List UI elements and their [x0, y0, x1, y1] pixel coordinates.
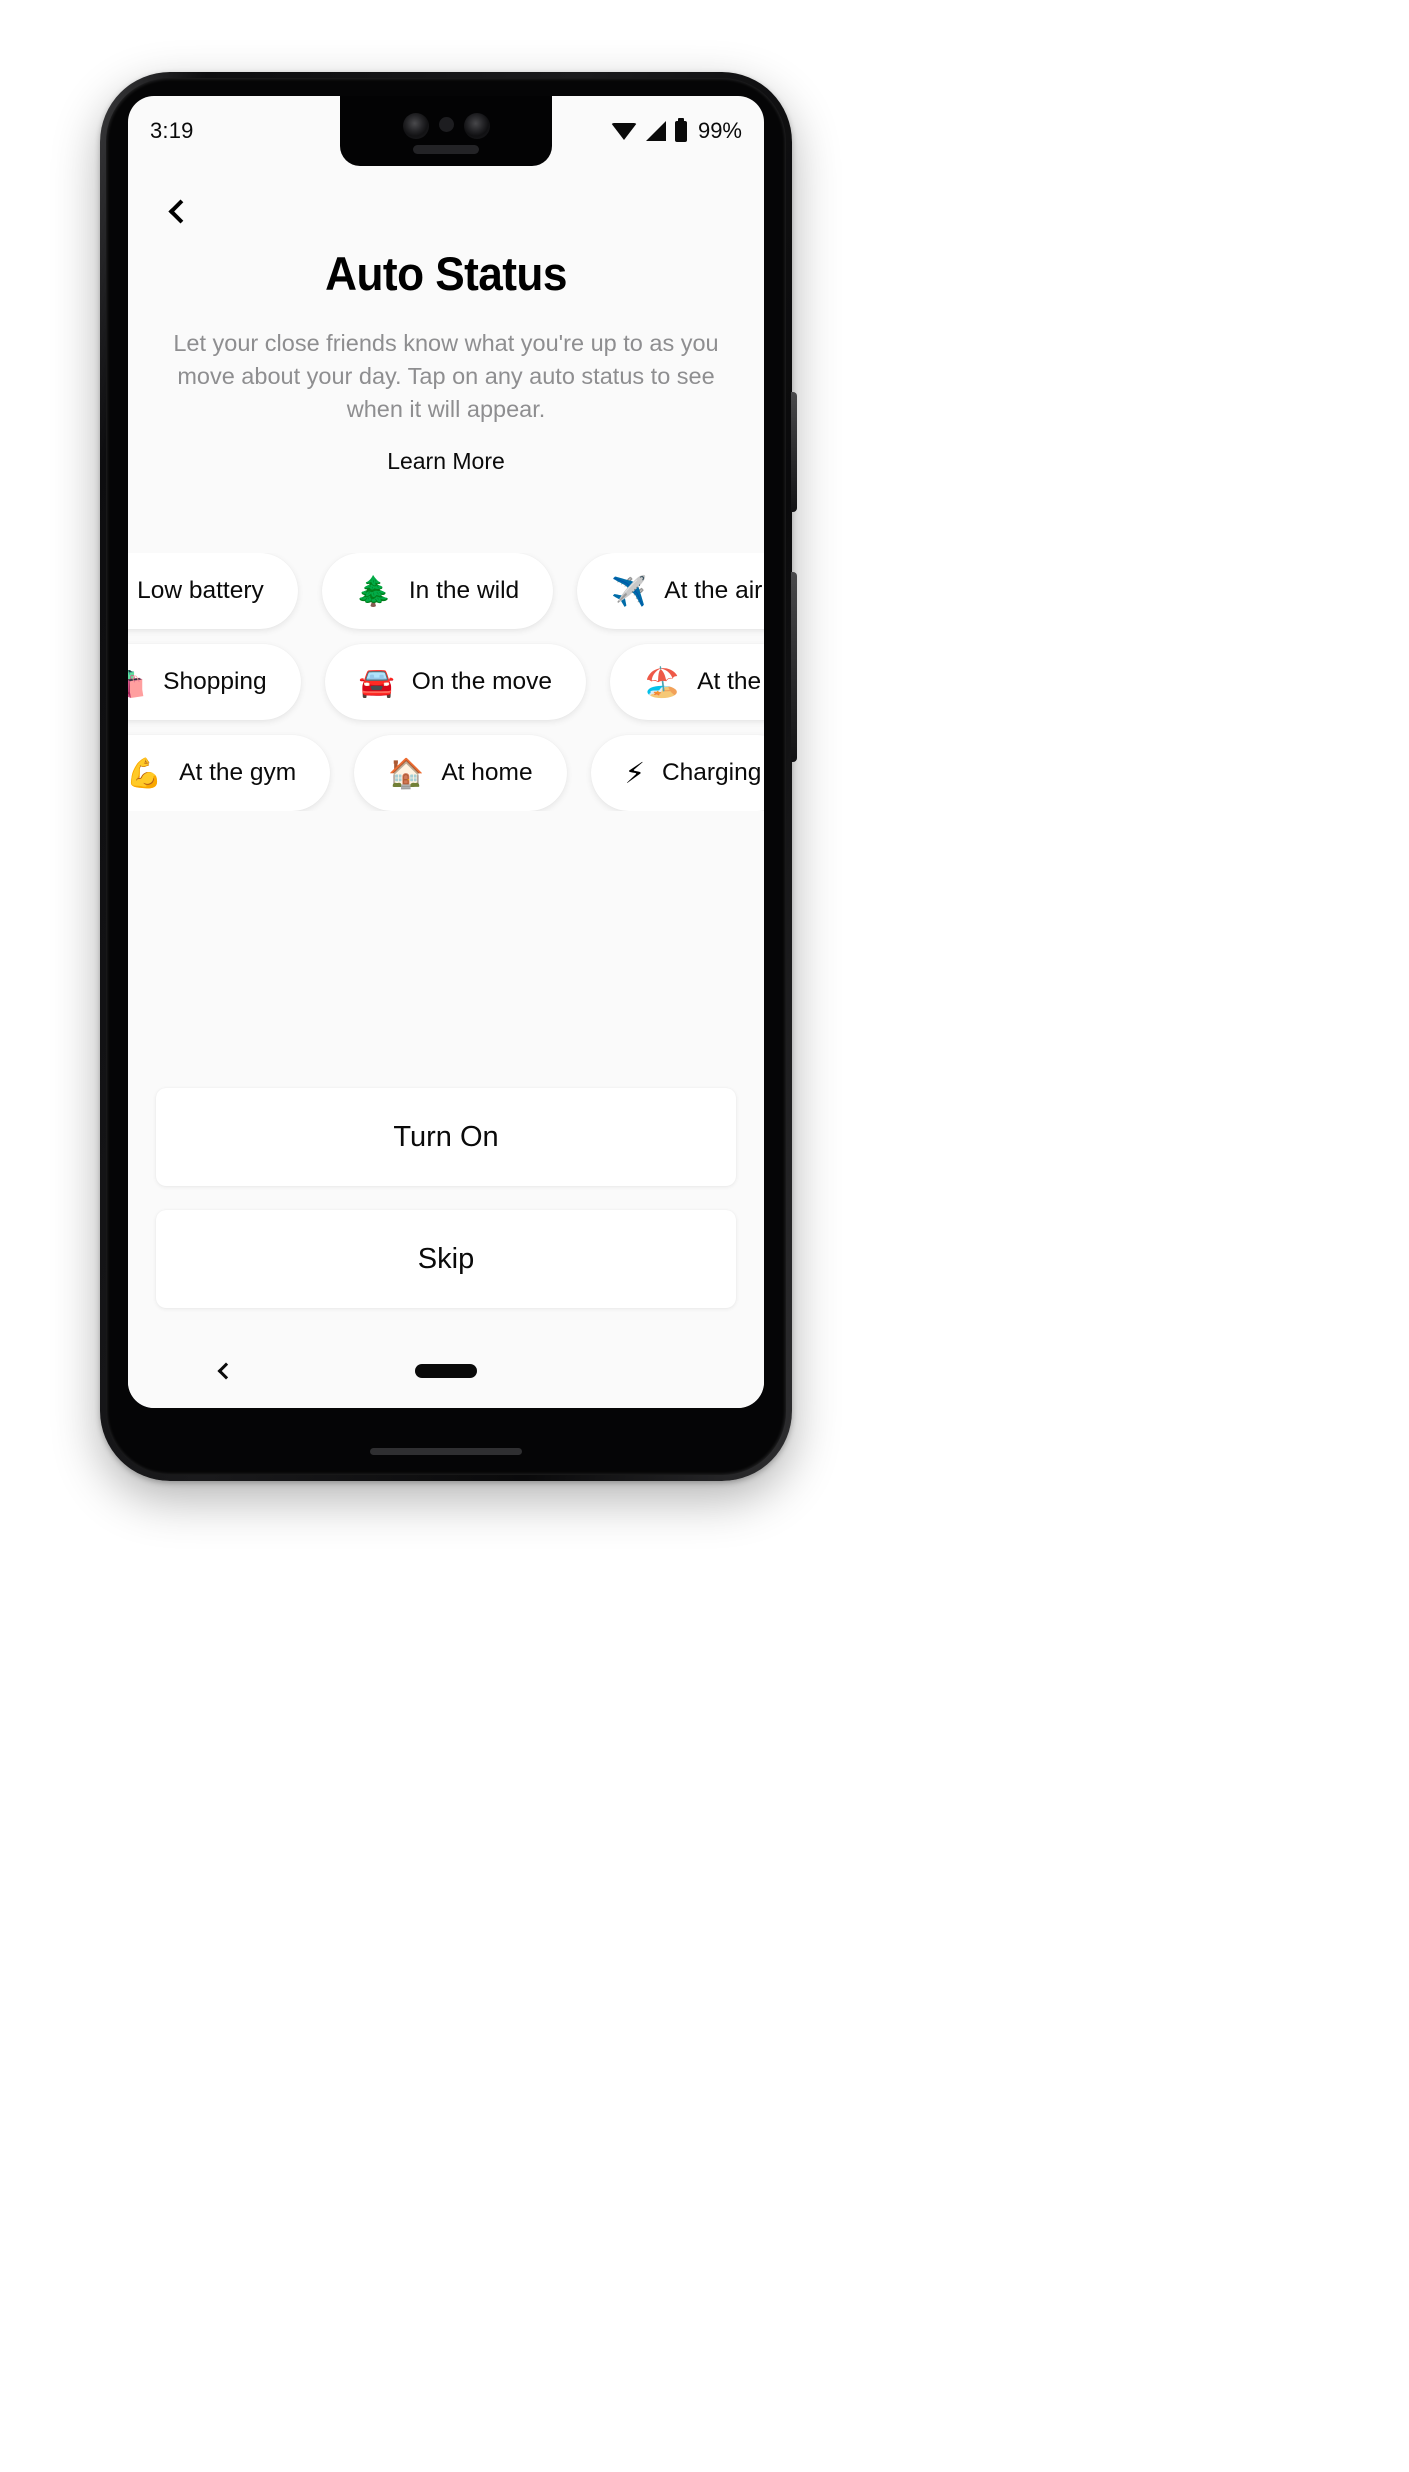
chip-low-battery[interactable]: 🔋 Low battery — [128, 553, 298, 629]
chip-at-the-beach[interactable]: 🏖️ At the beach — [610, 644, 764, 720]
chip-label: Charging — [661, 759, 762, 786]
chip-row-3: 💪 At the gym 🏠 At home ⚡ Charging — [128, 735, 764, 811]
chip-label: At the airport — [664, 577, 764, 604]
action-buttons-group: Turn On Skip — [128, 1088, 764, 1308]
lightning-bolt-emoji: ⚡ — [624, 755, 645, 790]
front-camera-icon — [402, 113, 429, 139]
house-emoji: 🏠 — [388, 755, 425, 790]
proximity-sensor-icon — [438, 116, 454, 132]
chip-row-1: 🔋 Low battery 🌲 In the wild ✈️ At the ai… — [128, 553, 764, 629]
battery-percent-label: 99% — [697, 118, 742, 143]
phone-device-frame: 3:19 99% Auto Status Let your close frie… — [100, 72, 797, 1481]
page-content: Auto Status Let your close friends know … — [128, 166, 764, 1408]
bottom-speaker-grille — [370, 1448, 522, 1455]
chip-label: At home — [441, 759, 533, 786]
car-emoji: 🚘 — [358, 664, 395, 699]
chip-at-the-airport[interactable]: ✈️ At the airport — [577, 553, 764, 629]
chip-charging[interactable]: ⚡ Charging — [590, 735, 764, 811]
phone-notch — [340, 96, 552, 166]
wifi-icon — [610, 122, 637, 140]
page-description: Let your close friends know what you're … — [173, 330, 719, 422]
flexed-biceps-emoji: 💪 — [128, 755, 163, 790]
chip-label: On the move — [411, 668, 553, 695]
front-camera-secondary-icon — [463, 113, 490, 139]
chip-row-2: 🛍️ Shopping 🚘 On the move 🏖️ At the beac… — [128, 644, 764, 720]
nav-back-icon[interactable] — [217, 1362, 235, 1380]
chip-at-home[interactable]: 🏠 At home — [354, 735, 567, 811]
skip-button[interactable]: Skip — [156, 1210, 736, 1308]
page-title: Auto Status — [325, 247, 567, 300]
back-button[interactable] — [156, 190, 198, 232]
nav-home-pill[interactable] — [415, 1364, 477, 1378]
volume-button[interactable] — [791, 572, 797, 762]
chevron-left-icon — [167, 198, 193, 224]
airplane-emoji: ✈️ — [611, 573, 648, 608]
chip-in-the-wild[interactable]: 🌲 In the wild — [321, 553, 554, 629]
status-time: 3:19 — [150, 118, 194, 143]
system-navigation-bar — [128, 1334, 764, 1408]
power-button[interactable] — [791, 392, 797, 512]
chip-shopping[interactable]: 🛍️ Shopping — [128, 644, 301, 720]
shopping-emoji: 🛍️ — [128, 664, 147, 699]
chip-label: Shopping — [163, 668, 267, 695]
phone-screen: 3:19 99% Auto Status Let your close frie… — [128, 96, 764, 1408]
turn-on-button[interactable]: Turn On — [156, 1088, 736, 1186]
auto-status-chips-area: 🔋 Low battery 🌲 In the wild ✈️ At the ai… — [128, 553, 764, 811]
learn-more-link[interactable]: Learn More — [128, 448, 764, 475]
chip-on-the-move[interactable]: 🚘 On the move — [324, 644, 587, 720]
beach-umbrella-emoji: 🏖️ — [644, 664, 681, 699]
chip-label: At the gym — [179, 759, 297, 786]
evergreen-tree-emoji: 🌲 — [355, 573, 392, 608]
chip-label: Low battery — [137, 577, 264, 604]
status-icons-group: 99% — [610, 117, 742, 144]
earpiece-speaker — [413, 145, 479, 154]
battery-icon — [674, 117, 687, 142]
chip-at-the-gym[interactable]: 💪 At the gym — [128, 735, 331, 811]
chip-label: In the wild — [408, 577, 520, 604]
chip-label: At the beach — [697, 668, 764, 695]
cellular-signal-icon — [645, 121, 666, 141]
